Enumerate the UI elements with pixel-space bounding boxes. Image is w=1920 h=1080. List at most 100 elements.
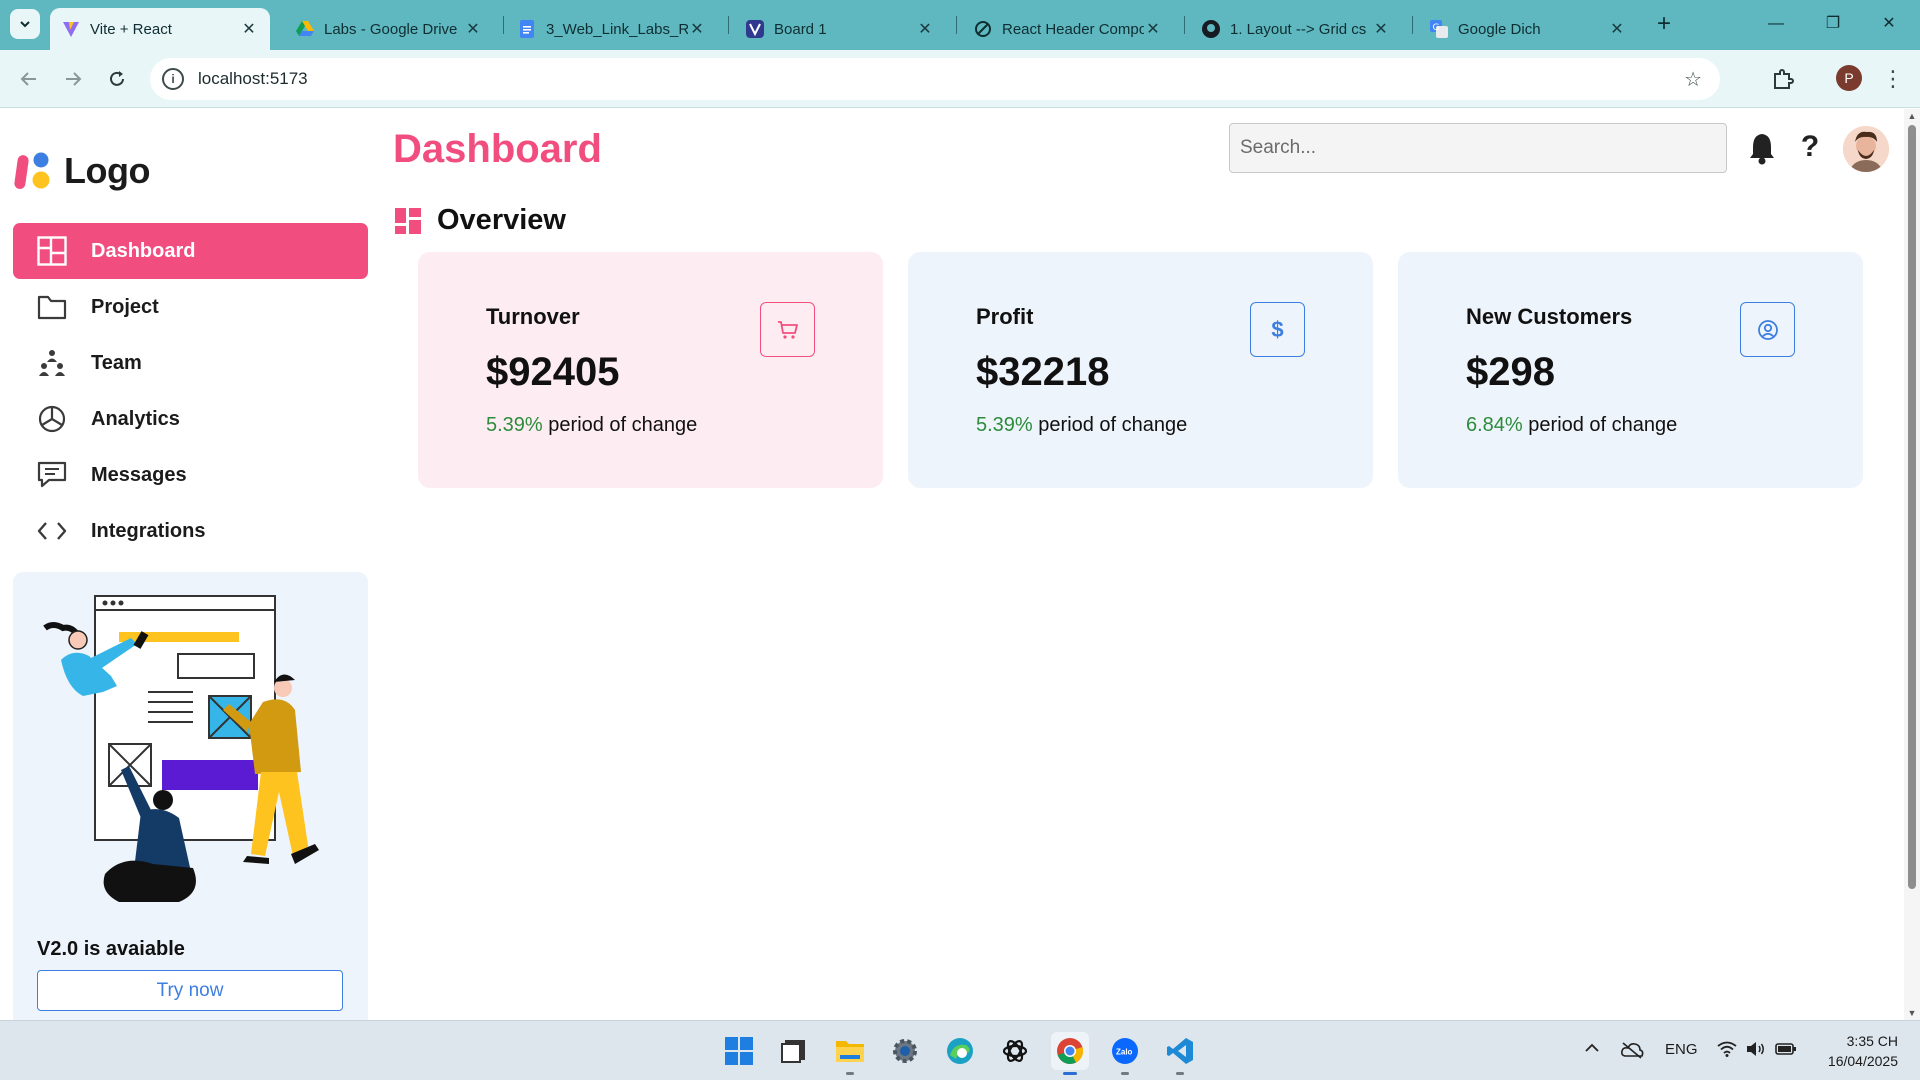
- translate-icon: G: [1430, 20, 1448, 38]
- tab-board[interactable]: Board 1 ✕: [734, 8, 946, 50]
- sidebar-item-integrations[interactable]: Integrations: [13, 503, 368, 559]
- wifi-icon[interactable]: [1717, 1041, 1737, 1061]
- battery-icon[interactable]: [1775, 1041, 1797, 1061]
- code-icon: [35, 514, 69, 548]
- card-title: New Customers: [1466, 304, 1633, 329]
- card-title: Profit: [976, 304, 1034, 329]
- change-label: period of change: [548, 414, 698, 436]
- scroll-down-arrow-icon[interactable]: ▼: [1907, 1008, 1917, 1018]
- close-icon[interactable]: ✕: [1144, 19, 1162, 39]
- turnover-card: Turnover $92405 5.39% period of change: [418, 252, 883, 488]
- sidebar-item-analytics[interactable]: Analytics: [13, 391, 368, 447]
- reload-button[interactable]: [102, 64, 132, 94]
- tab-google-translate[interactable]: G Google Dich ✕: [1418, 8, 1638, 50]
- restore-button[interactable]: ❐: [1810, 10, 1856, 38]
- sidebar-item-dashboard[interactable]: Dashboard: [13, 223, 368, 279]
- tray-chevron-up-icon[interactable]: [1584, 1041, 1600, 1058]
- scroll-up-arrow-icon[interactable]: ▲: [1907, 111, 1917, 121]
- bookmark-star-icon[interactable]: ☆: [1684, 67, 1702, 92]
- sidebar-item-project[interactable]: Project: [13, 279, 368, 335]
- close-icon[interactable]: ✕: [1608, 19, 1626, 39]
- system-clock[interactable]: 3:35 CH 16/04/2025: [1812, 1031, 1898, 1071]
- overview-header: Overview: [395, 204, 566, 237]
- site-info-icon[interactable]: i: [162, 68, 184, 90]
- vite-icon: [62, 20, 80, 38]
- card-change: 6.84% period of change: [1466, 414, 1677, 437]
- chrome-icon[interactable]: [1051, 1032, 1089, 1075]
- clock-date: 16/04/2025: [1827, 1053, 1898, 1069]
- tab-vite-react[interactable]: Vite + React ✕: [50, 8, 270, 50]
- brand-logo[interactable]: Logo: [14, 150, 150, 192]
- google-drive-icon: [296, 20, 314, 38]
- volume-icon[interactable]: [1746, 1041, 1766, 1061]
- svg-text:Zalo: Zalo: [1116, 1048, 1133, 1057]
- cart-icon-button[interactable]: [760, 302, 815, 357]
- user-circle-icon-button[interactable]: [1740, 302, 1795, 357]
- extensions-button[interactable]: [1768, 64, 1798, 94]
- tab-react-header[interactable]: React Header Compo ✕: [962, 8, 1174, 50]
- tab-docs[interactable]: 3_Web_Link_Labs_Re ✕: [506, 8, 718, 50]
- close-icon[interactable]: ✕: [240, 19, 258, 39]
- arrow-left-icon: [20, 72, 36, 86]
- url-text[interactable]: localhost:5173: [198, 69, 308, 89]
- language-indicator[interactable]: ENG: [1665, 1041, 1698, 1058]
- search-input[interactable]: [1229, 123, 1727, 173]
- user-avatar[interactable]: [1843, 126, 1889, 172]
- notification-bell-icon[interactable]: [1747, 131, 1777, 165]
- minimize-button[interactable]: —: [1753, 10, 1799, 38]
- close-icon[interactable]: ✕: [464, 19, 482, 39]
- user-circle-icon: [1757, 319, 1778, 340]
- upgrade-promo-card: V2.0 is avaiable Try now: [13, 572, 368, 1020]
- close-icon[interactable]: ✕: [916, 19, 934, 39]
- task-view-icon[interactable]: [775, 1032, 813, 1070]
- loading-icon: [974, 20, 992, 38]
- settings-gear-icon[interactable]: [886, 1032, 924, 1070]
- tab-github[interactable]: 1. Layout --> Grid cs ✕: [1190, 8, 1402, 50]
- card-title: Turnover: [486, 304, 580, 329]
- close-icon[interactable]: ✕: [688, 19, 706, 39]
- card-change: 5.39% period of change: [486, 414, 697, 437]
- onedrive-offline-icon[interactable]: [1620, 1041, 1644, 1063]
- page-title: Dashboard: [393, 127, 602, 171]
- file-explorer-icon[interactable]: [831, 1032, 869, 1075]
- grid-icon: [35, 234, 69, 268]
- window-close-button[interactable]: ✕: [1866, 10, 1912, 38]
- change-label: period of change: [1038, 414, 1188, 436]
- logo-icon: [14, 150, 54, 192]
- vscode-icon[interactable]: [1161, 1032, 1199, 1075]
- tab-separator: [1184, 16, 1185, 34]
- tab-search-button[interactable]: [10, 9, 40, 39]
- github-icon: [1202, 20, 1220, 38]
- close-icon[interactable]: ✕: [1372, 19, 1390, 39]
- scrollbar-thumb[interactable]: [1908, 125, 1916, 889]
- reload-icon: [110, 71, 124, 86]
- page-scrollbar[interactable]: ▲ ▼: [1904, 109, 1920, 1020]
- dollar-icon-button[interactable]: $: [1250, 302, 1305, 357]
- sidebar-item-messages[interactable]: Messages: [13, 447, 368, 503]
- overview-title: Overview: [437, 204, 566, 236]
- card-value: $32218: [976, 350, 1110, 394]
- sidebar-item-team[interactable]: Team: [13, 335, 368, 391]
- tab-separator: [956, 16, 957, 34]
- google-docs-icon: [518, 20, 536, 38]
- tab-separator: [1412, 16, 1413, 34]
- more-menu-icon[interactable]: ⋮: [1880, 64, 1906, 94]
- folder-icon: [35, 290, 69, 324]
- zalo-icon[interactable]: Zalo: [1106, 1032, 1144, 1075]
- edge-browser-icon[interactable]: [941, 1032, 979, 1070]
- back-button[interactable]: [14, 64, 44, 94]
- address-bar[interactable]: i localhost:5173 ☆: [150, 58, 1720, 100]
- help-icon[interactable]: ?: [1797, 129, 1823, 165]
- windows-start-icon[interactable]: [720, 1032, 758, 1070]
- profile-avatar[interactable]: P: [1836, 65, 1862, 91]
- puzzle-icon: [1774, 69, 1794, 89]
- try-now-button[interactable]: Try now: [37, 970, 343, 1011]
- miro-icon: [746, 20, 764, 38]
- tab-google-drive[interactable]: Labs - Google Drive ✕: [284, 8, 494, 50]
- new-customers-card: New Customers $298 6.84% period of chang…: [1398, 252, 1863, 488]
- browser-tab-bar: Vite + React ✕ Labs - Google Drive ✕ 3_W…: [0, 0, 1920, 50]
- forward-button[interactable]: [58, 64, 88, 94]
- chatgpt-icon[interactable]: [996, 1032, 1034, 1070]
- tab-separator: [728, 16, 729, 34]
- new-tab-button[interactable]: +: [1652, 10, 1676, 38]
